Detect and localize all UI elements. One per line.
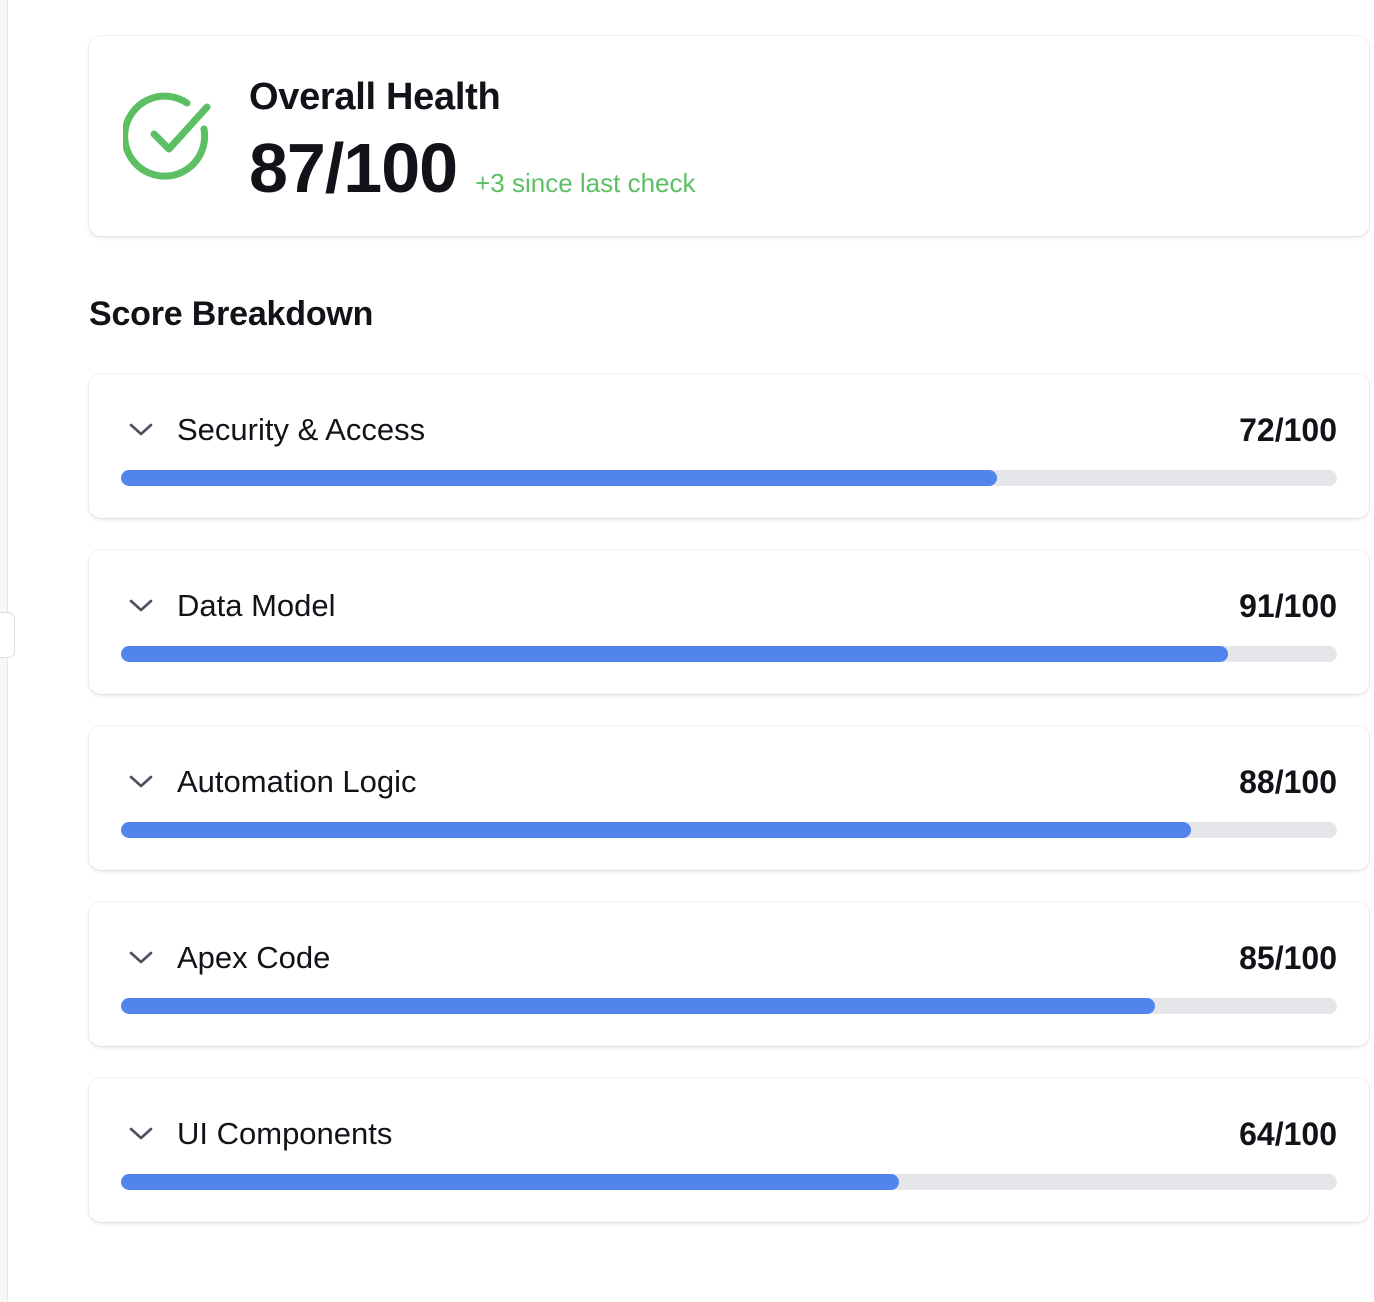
score-breakdown-heading: Score Breakdown [89, 295, 374, 333]
category-card-security-access[interactable]: Security & Access 72/100 [89, 374, 1369, 518]
progress-track [121, 822, 1337, 838]
progress-track [121, 1174, 1337, 1190]
category-name: UI Components [177, 1116, 393, 1151]
category-name: Apex Code [177, 940, 331, 975]
category-card-ui-components[interactable]: UI Components 64/100 [89, 1078, 1369, 1222]
health-dashboard: Overall Health 87/100 +3 since last chec… [89, 36, 1369, 1254]
category-score: 72/100 [1239, 412, 1337, 448]
chevron-down-icon[interactable] [127, 948, 155, 966]
sidebar-resize-handle[interactable] [0, 612, 15, 658]
category-name: Automation Logic [177, 764, 417, 799]
score-delta-text: +3 since last check [475, 168, 696, 198]
category-score: 85/100 [1239, 940, 1337, 976]
chevron-down-icon[interactable] [127, 1124, 155, 1142]
progress-fill [121, 470, 997, 486]
category-card-automation-logic[interactable]: Automation Logic 88/100 [89, 726, 1369, 870]
overall-health-score: 87/100 [249, 129, 458, 207]
progress-fill [121, 646, 1228, 662]
category-score: 91/100 [1239, 588, 1337, 624]
progress-fill [121, 998, 1155, 1014]
overall-score-row: 87/100 +3 since last check [249, 128, 696, 208]
category-name: Data Model [177, 588, 336, 623]
check-circle-icon [123, 92, 211, 180]
chevron-down-icon[interactable] [127, 596, 155, 614]
chevron-down-icon[interactable] [127, 420, 155, 438]
category-name: Security & Access [177, 412, 426, 447]
progress-track [121, 998, 1337, 1014]
overall-health-title: Overall Health [249, 76, 501, 118]
overall-health-card: Overall Health 87/100 +3 since last chec… [89, 36, 1369, 236]
category-score: 64/100 [1239, 1116, 1337, 1152]
chevron-down-icon[interactable] [127, 772, 155, 790]
category-card-apex-code[interactable]: Apex Code 85/100 [89, 902, 1369, 1046]
category-score: 88/100 [1239, 764, 1337, 800]
progress-track [121, 470, 1337, 486]
category-card-data-model[interactable]: Data Model 91/100 [89, 550, 1369, 694]
progress-track [121, 646, 1337, 662]
progress-fill [121, 822, 1192, 838]
progress-fill [121, 1174, 900, 1190]
